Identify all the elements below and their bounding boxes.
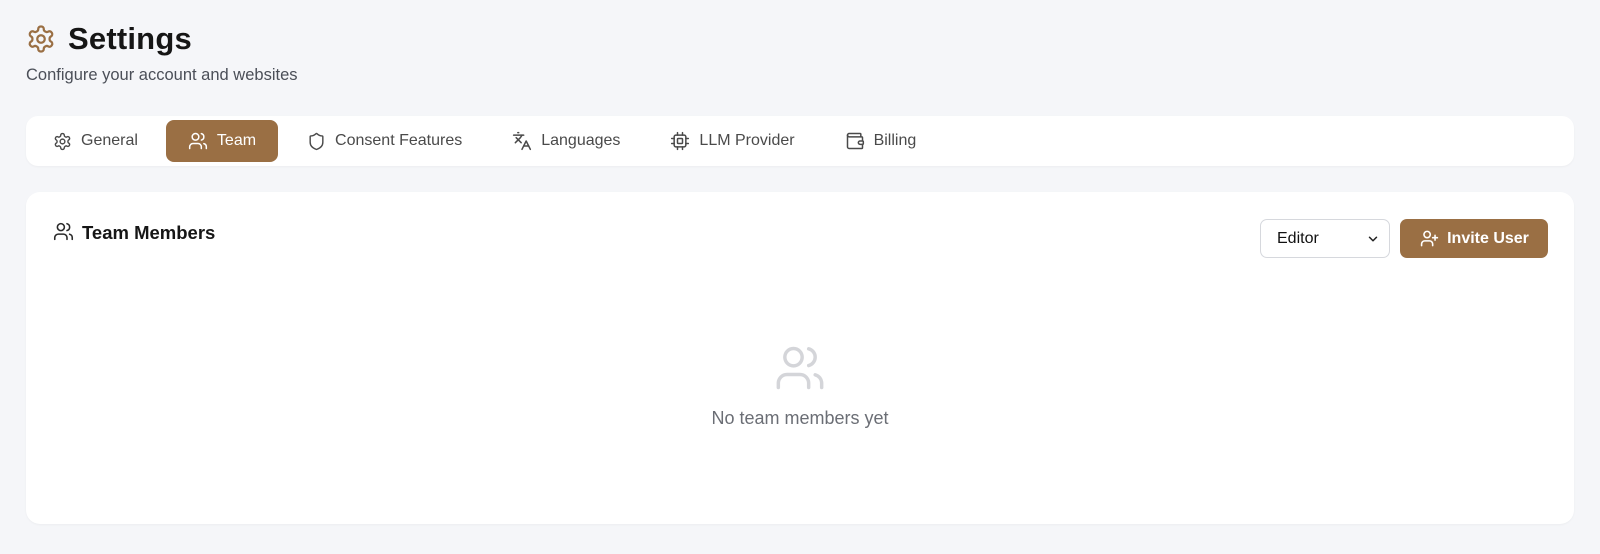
empty-state: No team members yet [26, 342, 1574, 429]
settings-page: Settings Configure your account and webs… [0, 0, 1600, 554]
tab-consent-features[interactable]: Consent Features [284, 120, 484, 162]
tab-label: Consent Features [335, 132, 463, 149]
translate-icon [512, 131, 532, 151]
wallet-icon [845, 131, 865, 151]
cpu-icon [670, 131, 690, 151]
invite-user-button[interactable]: Invite User [1400, 219, 1548, 258]
users-icon [774, 342, 826, 394]
tab-billing[interactable]: Billing [823, 120, 939, 162]
card-title: Team Members [82, 222, 216, 243]
title-row: Settings [26, 20, 298, 58]
invite-user-label: Invite User [1447, 229, 1529, 247]
tab-label: General [81, 132, 138, 149]
shield-icon [306, 131, 326, 151]
empty-state-message: No team members yet [711, 408, 889, 428]
users-icon [188, 131, 208, 151]
tab-label: Team [216, 132, 257, 149]
chevron-down-icon [1366, 232, 1380, 246]
tab-llm-provider[interactable]: LLM Provider [648, 120, 816, 162]
tab-languages[interactable]: Languages [490, 120, 642, 162]
user-plus-icon [1419, 229, 1439, 249]
gear-icon [26, 24, 56, 54]
gear-icon [52, 131, 72, 151]
role-select[interactable]: Editor [1260, 219, 1390, 258]
tab-general[interactable]: General [30, 120, 160, 162]
users-icon [52, 220, 74, 242]
tab-label: Languages [541, 132, 621, 149]
tab-label: LLM Provider [699, 132, 795, 149]
page-subtitle: Configure your account and websites [26, 66, 298, 84]
card-header: Team Members [52, 222, 215, 244]
page-header: Settings Configure your account and webs… [26, 20, 298, 85]
settings-tabs: General Team Consent Features Languages … [26, 116, 1574, 166]
role-select-value: Editor [1277, 229, 1319, 247]
team-members-card: Team Members Editor Invite User No team … [26, 192, 1574, 524]
page-title: Settings [68, 21, 192, 56]
tab-team[interactable]: Team [165, 120, 279, 162]
tab-label: Billing [873, 132, 917, 149]
